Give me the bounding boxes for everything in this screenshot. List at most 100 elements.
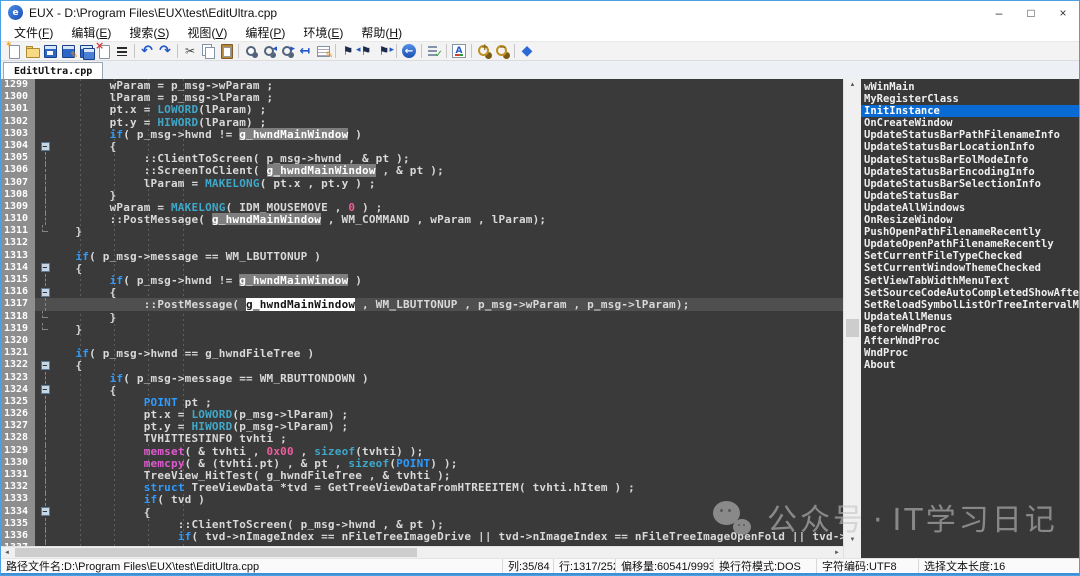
function-list-item[interactable]: BeforeWndProc xyxy=(861,323,1079,335)
line-number[interactable]: 1319 xyxy=(1,323,35,335)
code-editor[interactable]: 1299 wParam = p_msg->wParam ;1300 lParam… xyxy=(1,79,843,546)
menu-edit[interactable]: 编辑(E) xyxy=(62,24,120,41)
fold-collapse-icon[interactable] xyxy=(41,142,50,151)
line-number[interactable]: 1335 xyxy=(1,518,35,530)
scroll-up-arrow-icon[interactable]: ▲ xyxy=(844,79,861,91)
function-list-item[interactable]: SetReloadSymbolListOrTreeIntervalMe xyxy=(861,299,1079,311)
line-number[interactable]: 1305 xyxy=(1,152,35,164)
about-button[interactable] xyxy=(518,42,536,60)
line-number[interactable]: 1337 xyxy=(1,542,35,546)
replace-in-files-button[interactable] xyxy=(314,42,332,60)
menu-help[interactable]: 帮助(H) xyxy=(352,24,411,41)
function-list-item[interactable]: OnCreateWindow xyxy=(861,117,1079,129)
bookmark-next-button[interactable] xyxy=(375,42,393,60)
horizontal-scroll-thumb[interactable] xyxy=(15,548,417,557)
cut-button[interactable] xyxy=(181,42,199,60)
function-list-item[interactable]: AfterWndProc xyxy=(861,335,1079,347)
syntax-highlight-button[interactable] xyxy=(450,42,468,60)
line-number[interactable]: 1324 xyxy=(1,384,35,396)
function-list-item[interactable]: SetViewTabWidthMenuText xyxy=(861,275,1079,287)
function-list-item[interactable]: UpdateAllMenus xyxy=(861,311,1079,323)
scroll-right-arrow-icon[interactable]: ► xyxy=(831,547,843,559)
line-number[interactable]: 1320 xyxy=(1,335,35,347)
line-number[interactable]: 1325 xyxy=(1,396,35,408)
function-list-item[interactable]: SetCurrentWindowThemeChecked xyxy=(861,262,1079,274)
line-number[interactable]: 1314 xyxy=(1,262,35,274)
zoom-out-button[interactable] xyxy=(493,42,511,60)
menu-view[interactable]: 视图(V) xyxy=(178,24,236,41)
line-number[interactable]: 1299 xyxy=(1,79,35,91)
vertical-scroll-track[interactable] xyxy=(844,91,861,534)
fold-collapse-icon[interactable] xyxy=(41,263,50,272)
line-number[interactable]: 1313 xyxy=(1,250,35,262)
line-number[interactable]: 1308 xyxy=(1,189,35,201)
line-number[interactable]: 1331 xyxy=(1,469,35,481)
line-number[interactable]: 1323 xyxy=(1,372,35,384)
line-number[interactable]: 1326 xyxy=(1,408,35,420)
new-file-button[interactable] xyxy=(5,42,23,60)
line-number[interactable]: 1329 xyxy=(1,445,35,457)
line-number[interactable]: 1307 xyxy=(1,177,35,189)
function-list-item[interactable]: UpdateAllWindows xyxy=(861,202,1079,214)
function-list-item[interactable]: PushOpenPathFilenameRecently xyxy=(861,226,1079,238)
function-list-item[interactable]: InitInstance xyxy=(861,105,1079,117)
open-file-button[interactable] xyxy=(23,42,41,60)
line-number[interactable]: 1311 xyxy=(1,225,35,237)
function-list-item[interactable]: UpdateStatusBarEolModeInfo xyxy=(861,154,1079,166)
line-number[interactable]: 1300 xyxy=(1,91,35,103)
hex-view-button[interactable] xyxy=(113,42,131,60)
function-list-item[interactable]: OnResizeWindow xyxy=(861,214,1079,226)
find-button[interactable] xyxy=(242,42,260,60)
undo-button[interactable] xyxy=(138,42,156,60)
line-number[interactable]: 1304 xyxy=(1,140,35,152)
line-number[interactable]: 1336 xyxy=(1,530,35,542)
fold-collapse-icon[interactable] xyxy=(41,288,50,297)
line-number[interactable]: 1318 xyxy=(1,311,35,323)
find-prev-button[interactable] xyxy=(260,42,278,60)
copy-button[interactable] xyxy=(199,42,217,60)
fold-collapse-icon[interactable] xyxy=(41,507,50,516)
bookmark-toggle-button[interactable] xyxy=(339,42,357,60)
scroll-left-arrow-icon[interactable]: ◄ xyxy=(1,547,13,559)
close-button[interactable]: × xyxy=(1047,1,1079,24)
line-number[interactable]: 1310 xyxy=(1,213,35,225)
function-list-item[interactable]: SetSourceCodeAutoCompletedShowAfter xyxy=(861,287,1079,299)
line-number[interactable]: 1301 xyxy=(1,103,35,115)
function-list-item[interactable]: UpdateStatusBarSelectionInfo xyxy=(861,178,1079,190)
bookmark-prev-button[interactable] xyxy=(357,42,375,60)
horizontal-scroll-track[interactable] xyxy=(13,547,831,558)
line-number[interactable]: 1306 xyxy=(1,164,35,176)
line-number[interactable]: 1315 xyxy=(1,274,35,286)
function-list-item[interactable]: UpdateOpenPathFilenameRecently xyxy=(861,238,1079,250)
line-number[interactable]: 1309 xyxy=(1,201,35,213)
line-number[interactable]: 1322 xyxy=(1,359,35,371)
line-list-button[interactable] xyxy=(425,42,443,60)
function-list-item[interactable]: UpdateStatusBarEncodingInfo xyxy=(861,166,1079,178)
close-file-button[interactable] xyxy=(95,42,113,60)
vertical-scrollbar[interactable]: ▲ ▼ xyxy=(843,79,861,558)
line-number[interactable]: 1330 xyxy=(1,457,35,469)
redo-button[interactable] xyxy=(156,42,174,60)
line-number[interactable]: 1317 xyxy=(1,298,35,310)
save-all-button[interactable] xyxy=(77,42,95,60)
line-number[interactable]: 1332 xyxy=(1,481,35,493)
zoom-in-button[interactable] xyxy=(475,42,493,60)
save-as-button[interactable] xyxy=(59,42,77,60)
line-number[interactable]: 1321 xyxy=(1,347,35,359)
function-list-item[interactable]: MyRegisterClass xyxy=(861,93,1079,105)
function-list-item[interactable]: SetCurrentFileTypeChecked xyxy=(861,250,1079,262)
maximize-button[interactable]: □ xyxy=(1015,1,1047,24)
menu-environment[interactable]: 环境(E) xyxy=(294,24,352,41)
horizontal-scrollbar[interactable]: ◄ ► xyxy=(1,546,843,558)
replace-button[interactable] xyxy=(296,42,314,60)
menu-search[interactable]: 搜索(S) xyxy=(120,24,178,41)
minimize-button[interactable]: – xyxy=(983,1,1015,24)
scroll-down-arrow-icon[interactable]: ▼ xyxy=(844,534,861,546)
function-list-item[interactable]: UpdateStatusBarLocationInfo xyxy=(861,141,1079,153)
paste-button[interactable] xyxy=(217,42,235,60)
function-list-item[interactable]: UpdateStatusBar xyxy=(861,190,1079,202)
line-number[interactable]: 1302 xyxy=(1,116,35,128)
navigate-back-button[interactable] xyxy=(400,42,418,60)
line-number[interactable]: 1327 xyxy=(1,420,35,432)
menu-program[interactable]: 编程(P) xyxy=(236,24,294,41)
